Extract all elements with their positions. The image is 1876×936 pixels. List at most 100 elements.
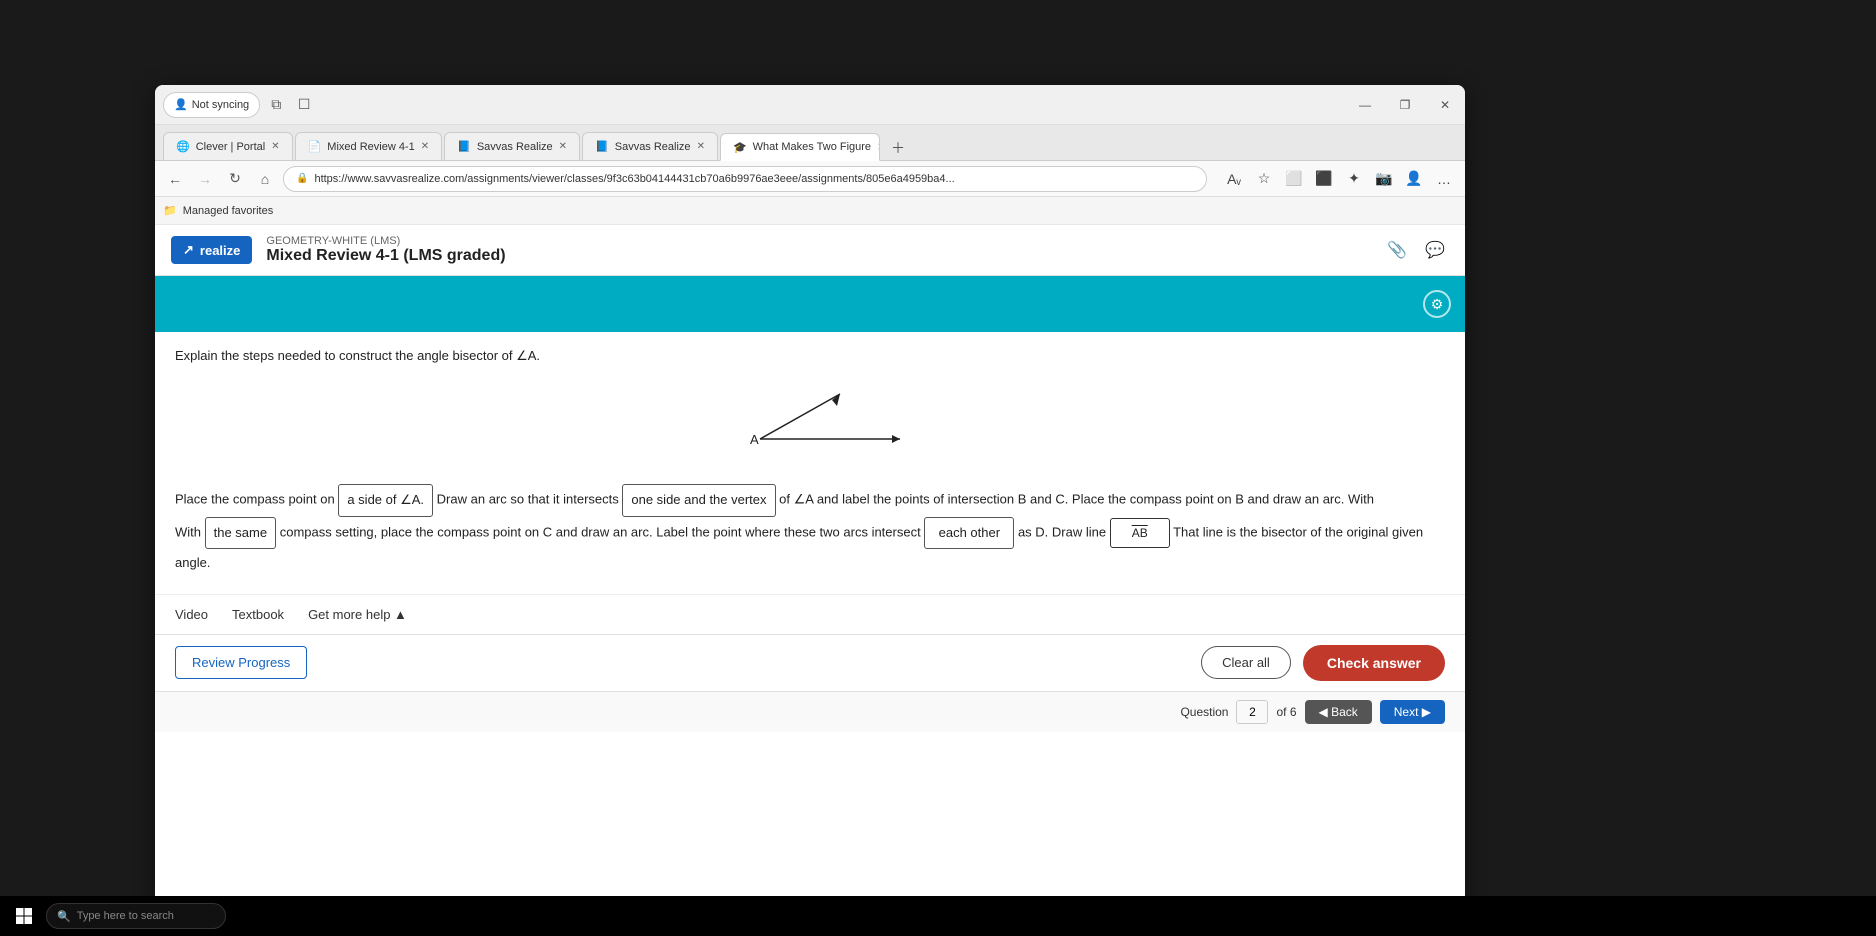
split-screen-button[interactable]: ⬛	[1311, 166, 1337, 192]
tab-label: Savvas Realize	[615, 141, 691, 153]
favorites-star-button[interactable]: ☆	[1251, 166, 1277, 192]
tab-clever-portal[interactable]: 🌐 Clever | Portal ✕	[163, 132, 293, 160]
forward-nav-button[interactable]: →	[193, 167, 217, 191]
taskbar-search-box[interactable]: 🔍 Type here to search	[46, 903, 226, 929]
assignment-title: Mixed Review 4-1 (LMS graded)	[266, 247, 1369, 265]
profile-icon: 👤	[174, 98, 188, 111]
not-syncing-label: Not syncing	[192, 99, 249, 111]
tab-close-icon[interactable]: ✕	[559, 141, 567, 152]
home-button[interactable]: ⌂	[253, 167, 277, 191]
refresh-button[interactable]: ↻	[223, 167, 247, 191]
savvas-logo-label: realize	[200, 243, 240, 258]
tab-label: What Makes Two Figure	[753, 141, 871, 153]
search-icon: 🔍	[57, 910, 71, 923]
tab-mixed-review[interactable]: 📄 Mixed Review 4-1 ✕	[295, 132, 443, 160]
tab-savvas-1[interactable]: 📘 Savvas Realize ✕	[444, 132, 580, 160]
fill-text-2: Draw an arc so that it intersects	[437, 492, 619, 507]
reader-mode-button[interactable]: Aᵥ	[1221, 166, 1247, 192]
profile-button[interactable]: 👤	[1401, 166, 1427, 192]
favorites-bar: 📁 Managed favorites	[155, 197, 1465, 225]
tab-favicon: 📘	[457, 140, 471, 153]
fill-text-1: Place the compass point on	[175, 492, 335, 507]
tab-close-icon[interactable]: ✕	[271, 141, 279, 152]
menu-button[interactable]: …	[1431, 166, 1457, 192]
tab-favicon: 🎓	[733, 141, 747, 154]
question-area: Explain the steps needed to construct th…	[155, 332, 1465, 594]
tab-savvas-2[interactable]: 📘 Savvas Realize ✕	[582, 132, 718, 160]
tab-favicon: 📄	[308, 140, 322, 153]
window-controls: — ❐ ✕	[1345, 85, 1465, 125]
comment-icon[interactable]: 💬	[1421, 236, 1449, 264]
question-nav-label: Question	[1180, 705, 1228, 719]
teal-banner: ⚙	[155, 276, 1465, 332]
check-answer-button[interactable]: Check answer	[1303, 645, 1445, 681]
extensions-button[interactable]: ⬜	[1281, 166, 1307, 192]
get-more-help-link[interactable]: Get more help ▲	[308, 607, 407, 622]
fill-text-3: of ∠A and label the points of intersecti…	[779, 492, 1374, 507]
with-label: With	[175, 524, 205, 539]
search-placeholder-text: Type here to search	[77, 910, 174, 922]
address-bar[interactable]: 🔒 https://www.savvasrealize.com/assignme…	[283, 166, 1207, 192]
help-bar: Video Textbook Get more help ▲	[155, 594, 1465, 634]
fill-text-4: compass setting, place the compass point…	[280, 524, 921, 539]
fill-box-5-ab[interactable]: AB	[1110, 518, 1170, 548]
tab-label: Clever | Portal	[196, 141, 266, 153]
fill-box-3[interactable]: the same	[205, 517, 276, 550]
tab-favicon: 🌐	[176, 140, 190, 153]
savvas-header: ↗ realize GEOMETRY-WHITE (LMS) Mixed Rev…	[155, 225, 1465, 276]
lock-icon: 🔒	[296, 173, 308, 184]
external-link-icon: ↗	[183, 242, 194, 258]
taskbar: 🔍 Type here to search	[0, 896, 1876, 936]
fill-text-5: as D. Draw line	[1018, 524, 1106, 539]
fill-in-text-block: Place the compass point on a side of ∠A.…	[175, 484, 1445, 578]
new-tab-plus-button[interactable]: ＋	[886, 136, 910, 160]
start-button[interactable]	[8, 900, 40, 932]
not-syncing-button[interactable]: 👤 Not syncing	[163, 92, 260, 118]
title-bar: 👤 Not syncing ⧉ ☐ — ❐ ✕	[155, 85, 1465, 125]
toolbar-icons: Aᵥ ☆ ⬜ ⬛ ✦ 📷 👤 …	[1221, 166, 1457, 192]
question-nav: Question 2 of 6 ◀ Back Next ▶	[155, 691, 1465, 732]
prompt-text: Explain the steps needed to construct th…	[175, 348, 540, 363]
course-label: GEOMETRY-WHITE (LMS)	[266, 235, 1369, 247]
browser-window: 👤 Not syncing ⧉ ☐ — ❐ ✕ 🌐 Clever | Porta…	[155, 85, 1465, 905]
copilot-button[interactable]: ✦	[1341, 166, 1367, 192]
back-nav-button[interactable]: ←	[163, 167, 187, 191]
new-tab-button[interactable]: ☐	[292, 93, 316, 117]
action-bar: Review Progress Clear all Check answer	[155, 634, 1465, 691]
tab-close-icon[interactable]: ✕	[421, 141, 429, 152]
savvas-logo-button[interactable]: ↗ realize	[171, 236, 252, 264]
attach-icon[interactable]: 📎	[1383, 236, 1411, 264]
question-current-number: 2	[1249, 705, 1256, 719]
svg-text:A: A	[750, 432, 759, 447]
address-text: https://www.savvasrealize.com/assignment…	[314, 173, 1194, 185]
tab-close-icon[interactable]: ✕	[697, 141, 705, 152]
tab-what-makes-active[interactable]: 🎓 What Makes Two Figure ✕	[720, 133, 880, 161]
review-progress-button[interactable]: Review Progress	[175, 646, 307, 679]
minimize-button[interactable]: —	[1345, 85, 1385, 125]
banner-settings-icon[interactable]: ⚙	[1423, 290, 1451, 318]
page-content: ↗ realize GEOMETRY-WHITE (LMS) Mixed Rev…	[155, 225, 1465, 905]
windows-logo-icon	[15, 907, 33, 925]
fill-box-4[interactable]: each other	[924, 517, 1014, 550]
video-link[interactable]: Video	[175, 607, 208, 622]
back-button[interactable]: ◀ Back	[1305, 700, 1372, 724]
angle-diagram: A	[175, 384, 1445, 464]
camera-button[interactable]: 📷	[1371, 166, 1397, 192]
textbook-link[interactable]: Textbook	[232, 607, 284, 622]
clear-all-button[interactable]: Clear all	[1201, 646, 1291, 679]
angle-svg: A	[700, 384, 920, 464]
question-number-box: 2	[1236, 700, 1268, 724]
restore-button[interactable]: ❐	[1385, 85, 1425, 125]
tab-close-icon[interactable]: ✕	[877, 142, 880, 153]
tab-bar: 🌐 Clever | Portal ✕ 📄 Mixed Review 4-1 ✕…	[155, 125, 1465, 161]
duplicate-tab-button[interactable]: ⧉	[264, 93, 288, 117]
next-button[interactable]: Next ▶	[1380, 700, 1445, 724]
tab-favicon: 📘	[595, 140, 609, 153]
fill-box-2[interactable]: one side and the vertex	[622, 484, 775, 517]
tab-label: Savvas Realize	[477, 141, 553, 153]
question-total-label: of 6	[1276, 705, 1296, 719]
fill-box-1[interactable]: a side of ∠A.	[338, 484, 433, 517]
favorites-label: Managed favorites	[183, 205, 274, 217]
address-bar-row: ← → ↻ ⌂ 🔒 https://www.savvasrealize.com/…	[155, 161, 1465, 197]
close-button[interactable]: ✕	[1425, 85, 1465, 125]
